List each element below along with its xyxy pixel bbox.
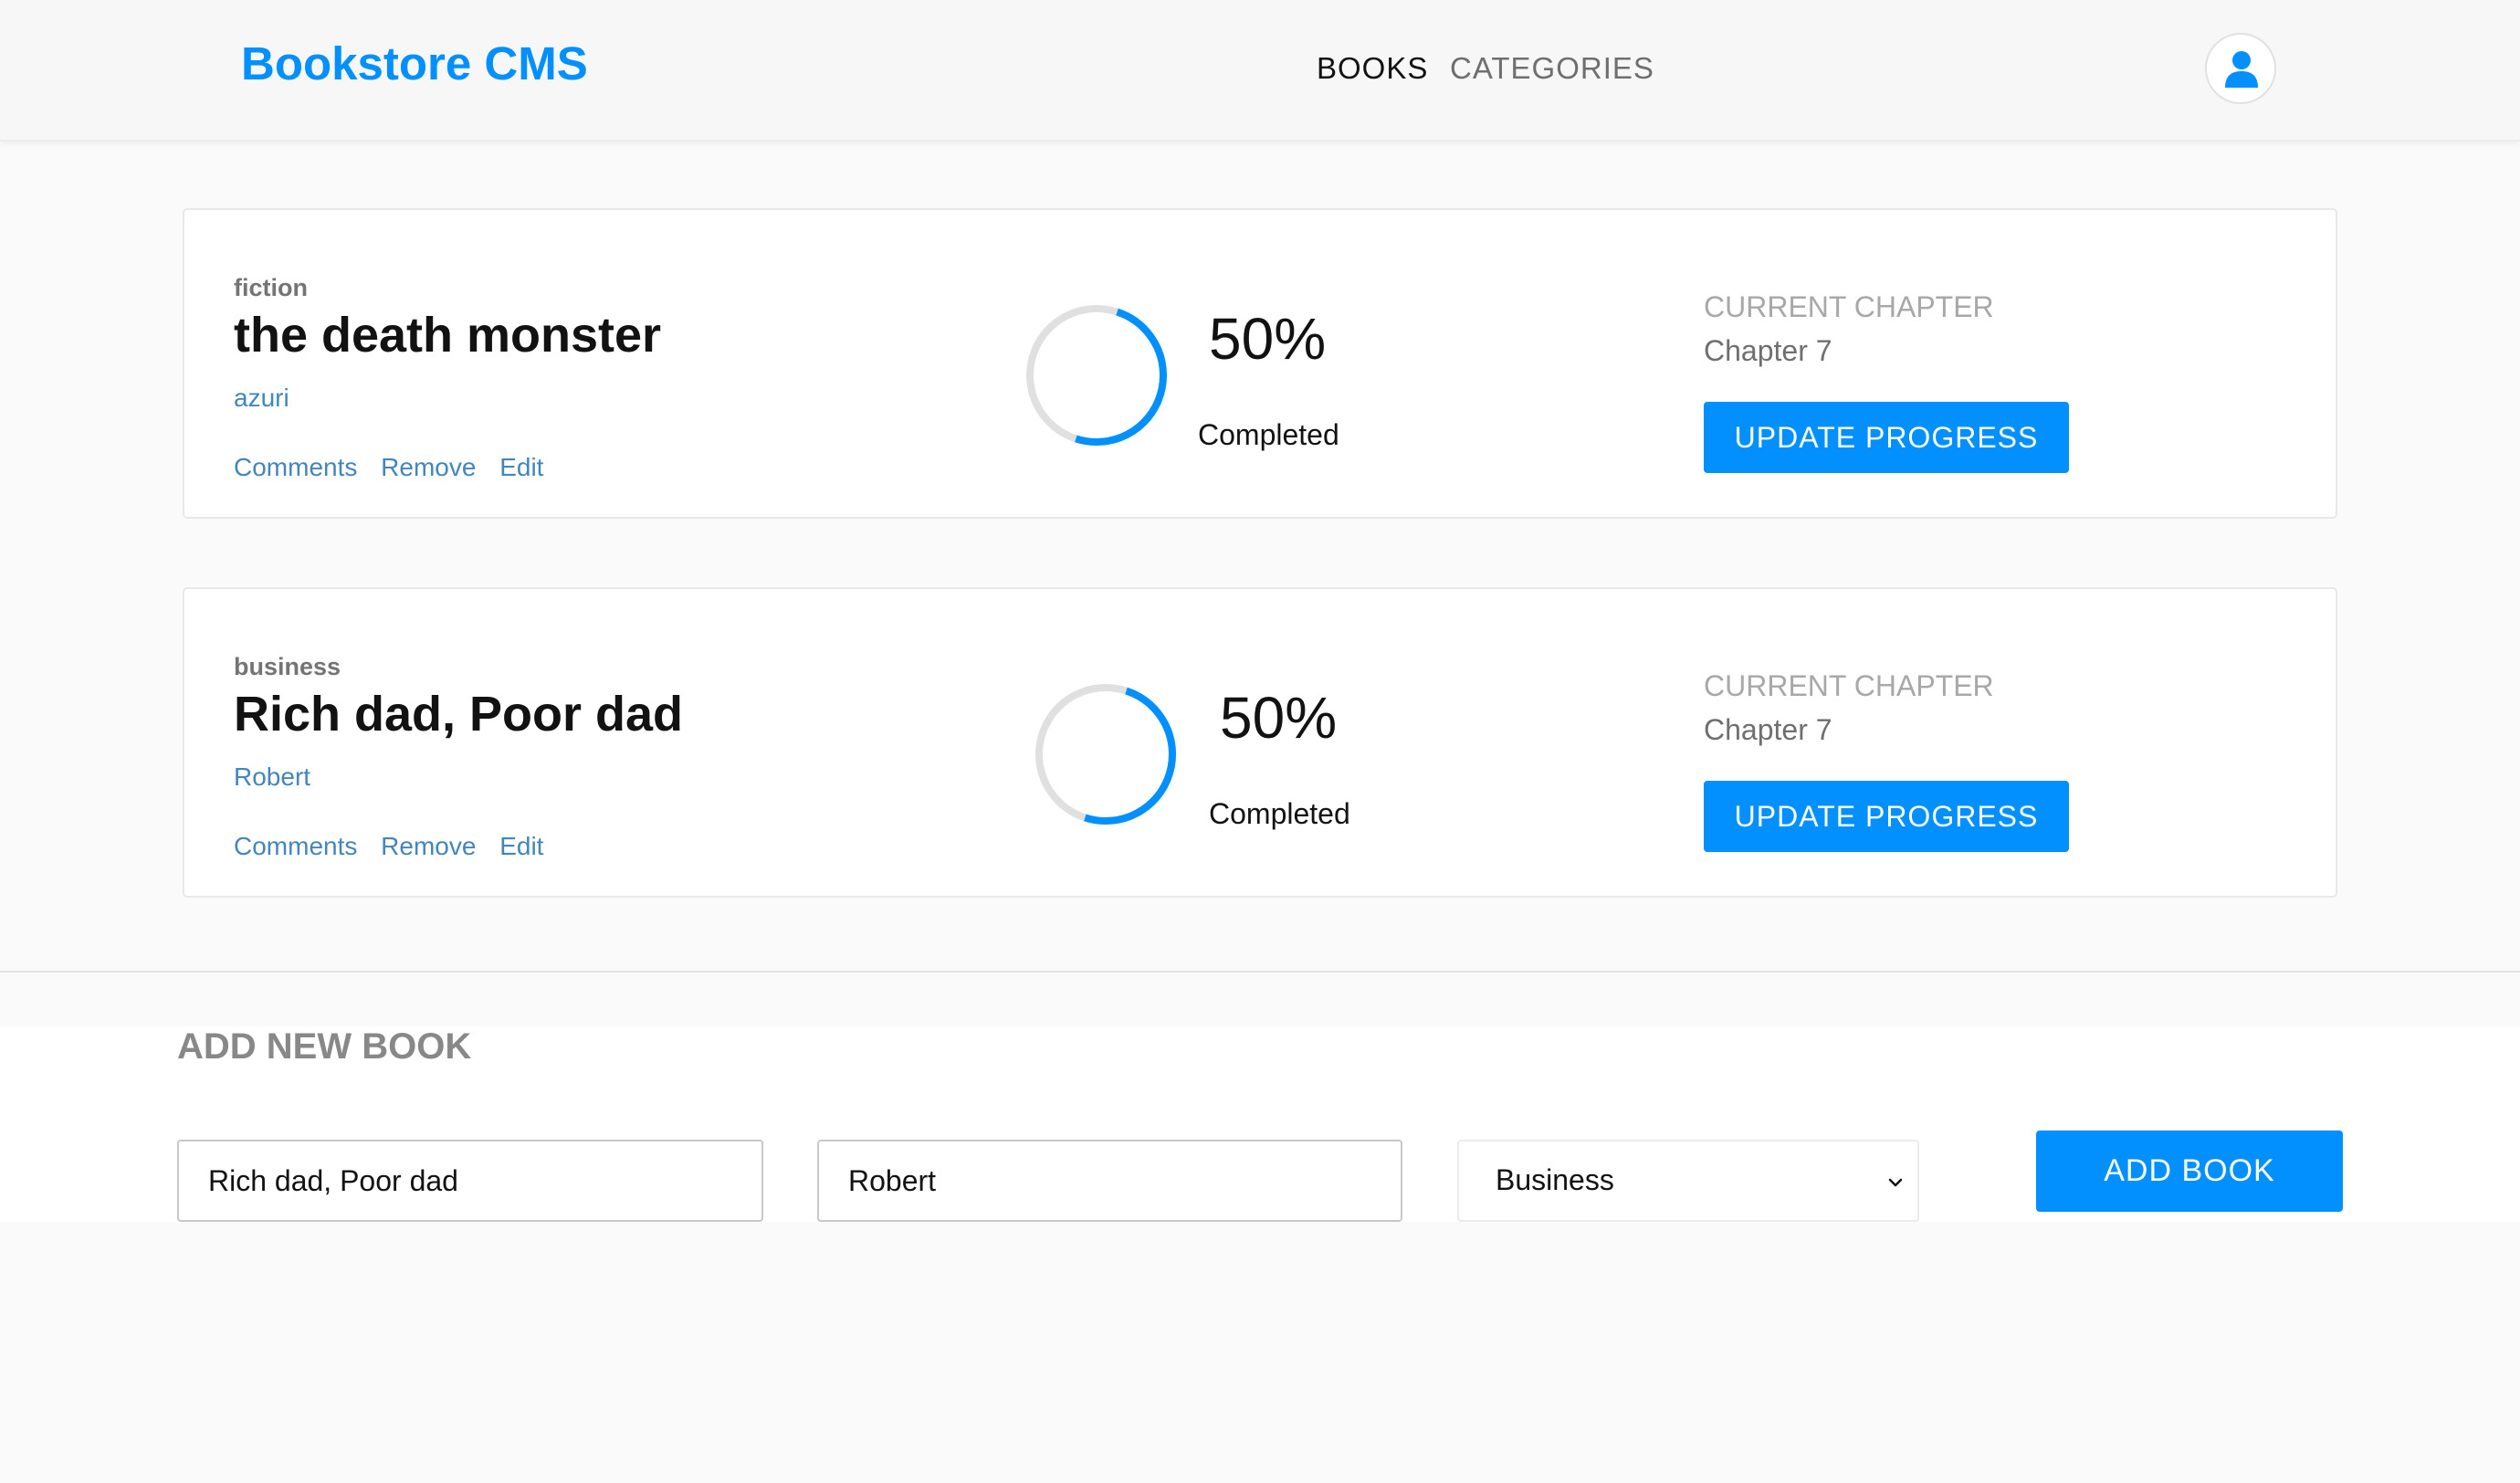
comments-button[interactable]: Comments: [234, 832, 357, 860]
book-card: business Rich dad, Poor dad Robert Comme…: [183, 587, 2337, 898]
nav-categories-link[interactable]: CATEGORIES: [1450, 51, 1654, 86]
progress-completed-label: Completed: [1209, 797, 1350, 830]
user-avatar-button[interactable]: [2205, 33, 2276, 104]
current-chapter-label: CURRENT CHAPTER: [1704, 669, 1994, 702]
book-category: business: [234, 653, 341, 680]
current-chapter-label: CURRENT CHAPTER: [1704, 290, 1994, 323]
progress-ring-icon: [1035, 684, 1176, 825]
edit-button[interactable]: Edit: [499, 832, 543, 860]
category-select-value: Business: [1496, 1163, 1614, 1196]
progress-percent: 50%: [1209, 306, 1327, 372]
current-chapter-value: Chapter 7: [1704, 334, 1832, 367]
remove-button[interactable]: Remove: [381, 453, 476, 481]
book-card: fiction the death monster azuri Comments…: [183, 208, 2337, 519]
add-book-heading: ADD NEW BOOK: [177, 1026, 472, 1067]
update-progress-button[interactable]: UPDATE PROGRESS: [1704, 402, 2069, 473]
book-title: Rich dad, Poor dad: [234, 687, 684, 742]
book-actions: Comments Remove Edit: [234, 832, 560, 861]
category-select[interactable]: Business: [1457, 1140, 1919, 1222]
chevron-down-icon: [1888, 1178, 1903, 1187]
book-author-input[interactable]: [817, 1140, 1402, 1222]
remove-button[interactable]: Remove: [381, 832, 476, 860]
comments-button[interactable]: Comments: [234, 453, 357, 481]
update-progress-button[interactable]: UPDATE PROGRESS: [1704, 781, 2069, 852]
user-icon: [2225, 51, 2258, 88]
section-divider: [0, 971, 2520, 973]
book-author[interactable]: azuri: [234, 384, 289, 413]
current-chapter-value: Chapter 7: [1704, 713, 1832, 746]
edit-button[interactable]: Edit: [499, 453, 543, 481]
progress-ring-icon: [1026, 305, 1167, 446]
nav-books-link[interactable]: BOOKS: [1317, 51, 1428, 86]
add-book-button[interactable]: ADD BOOK: [2036, 1131, 2343, 1212]
book-title-input[interactable]: [177, 1140, 763, 1222]
book-category: fiction: [234, 274, 308, 301]
book-title: the death monster: [234, 308, 662, 363]
book-actions: Comments Remove Edit: [234, 453, 560, 482]
brand-logo[interactable]: Bookstore CMS: [241, 37, 588, 90]
progress-completed-label: Completed: [1198, 418, 1339, 451]
top-navbar: Bookstore CMS BOOKS CATEGORIES: [0, 0, 2520, 142]
progress-percent: 50%: [1220, 685, 1338, 751]
book-author[interactable]: Robert: [234, 763, 310, 792]
